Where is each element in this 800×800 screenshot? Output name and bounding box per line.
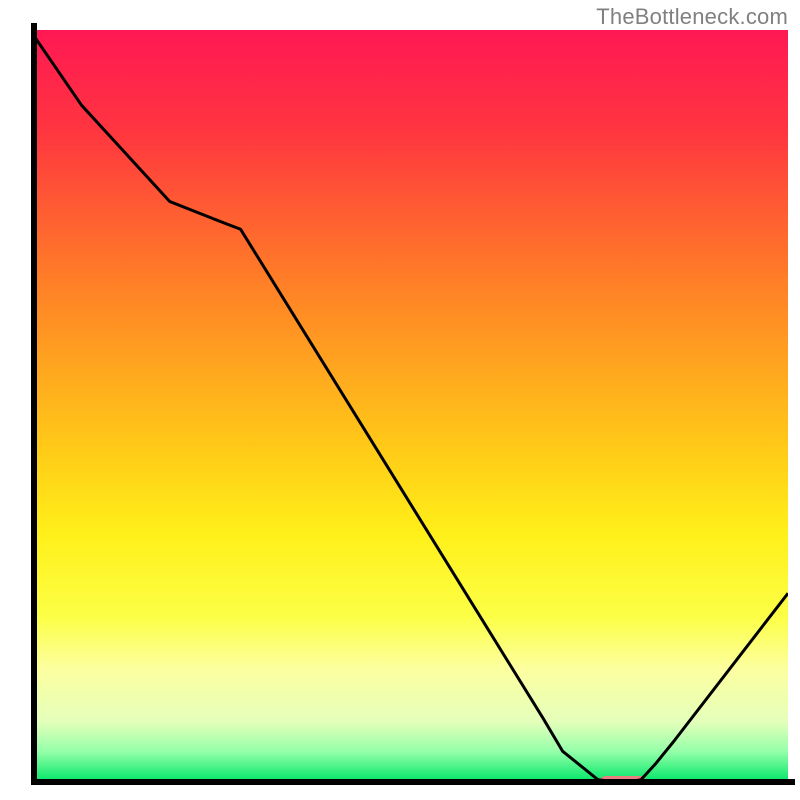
watermark-text: TheBottleneck.com (596, 4, 788, 30)
gradient-background (34, 30, 788, 782)
bottleneck-chart (0, 0, 800, 800)
chart-container: TheBottleneck.com (0, 0, 800, 800)
